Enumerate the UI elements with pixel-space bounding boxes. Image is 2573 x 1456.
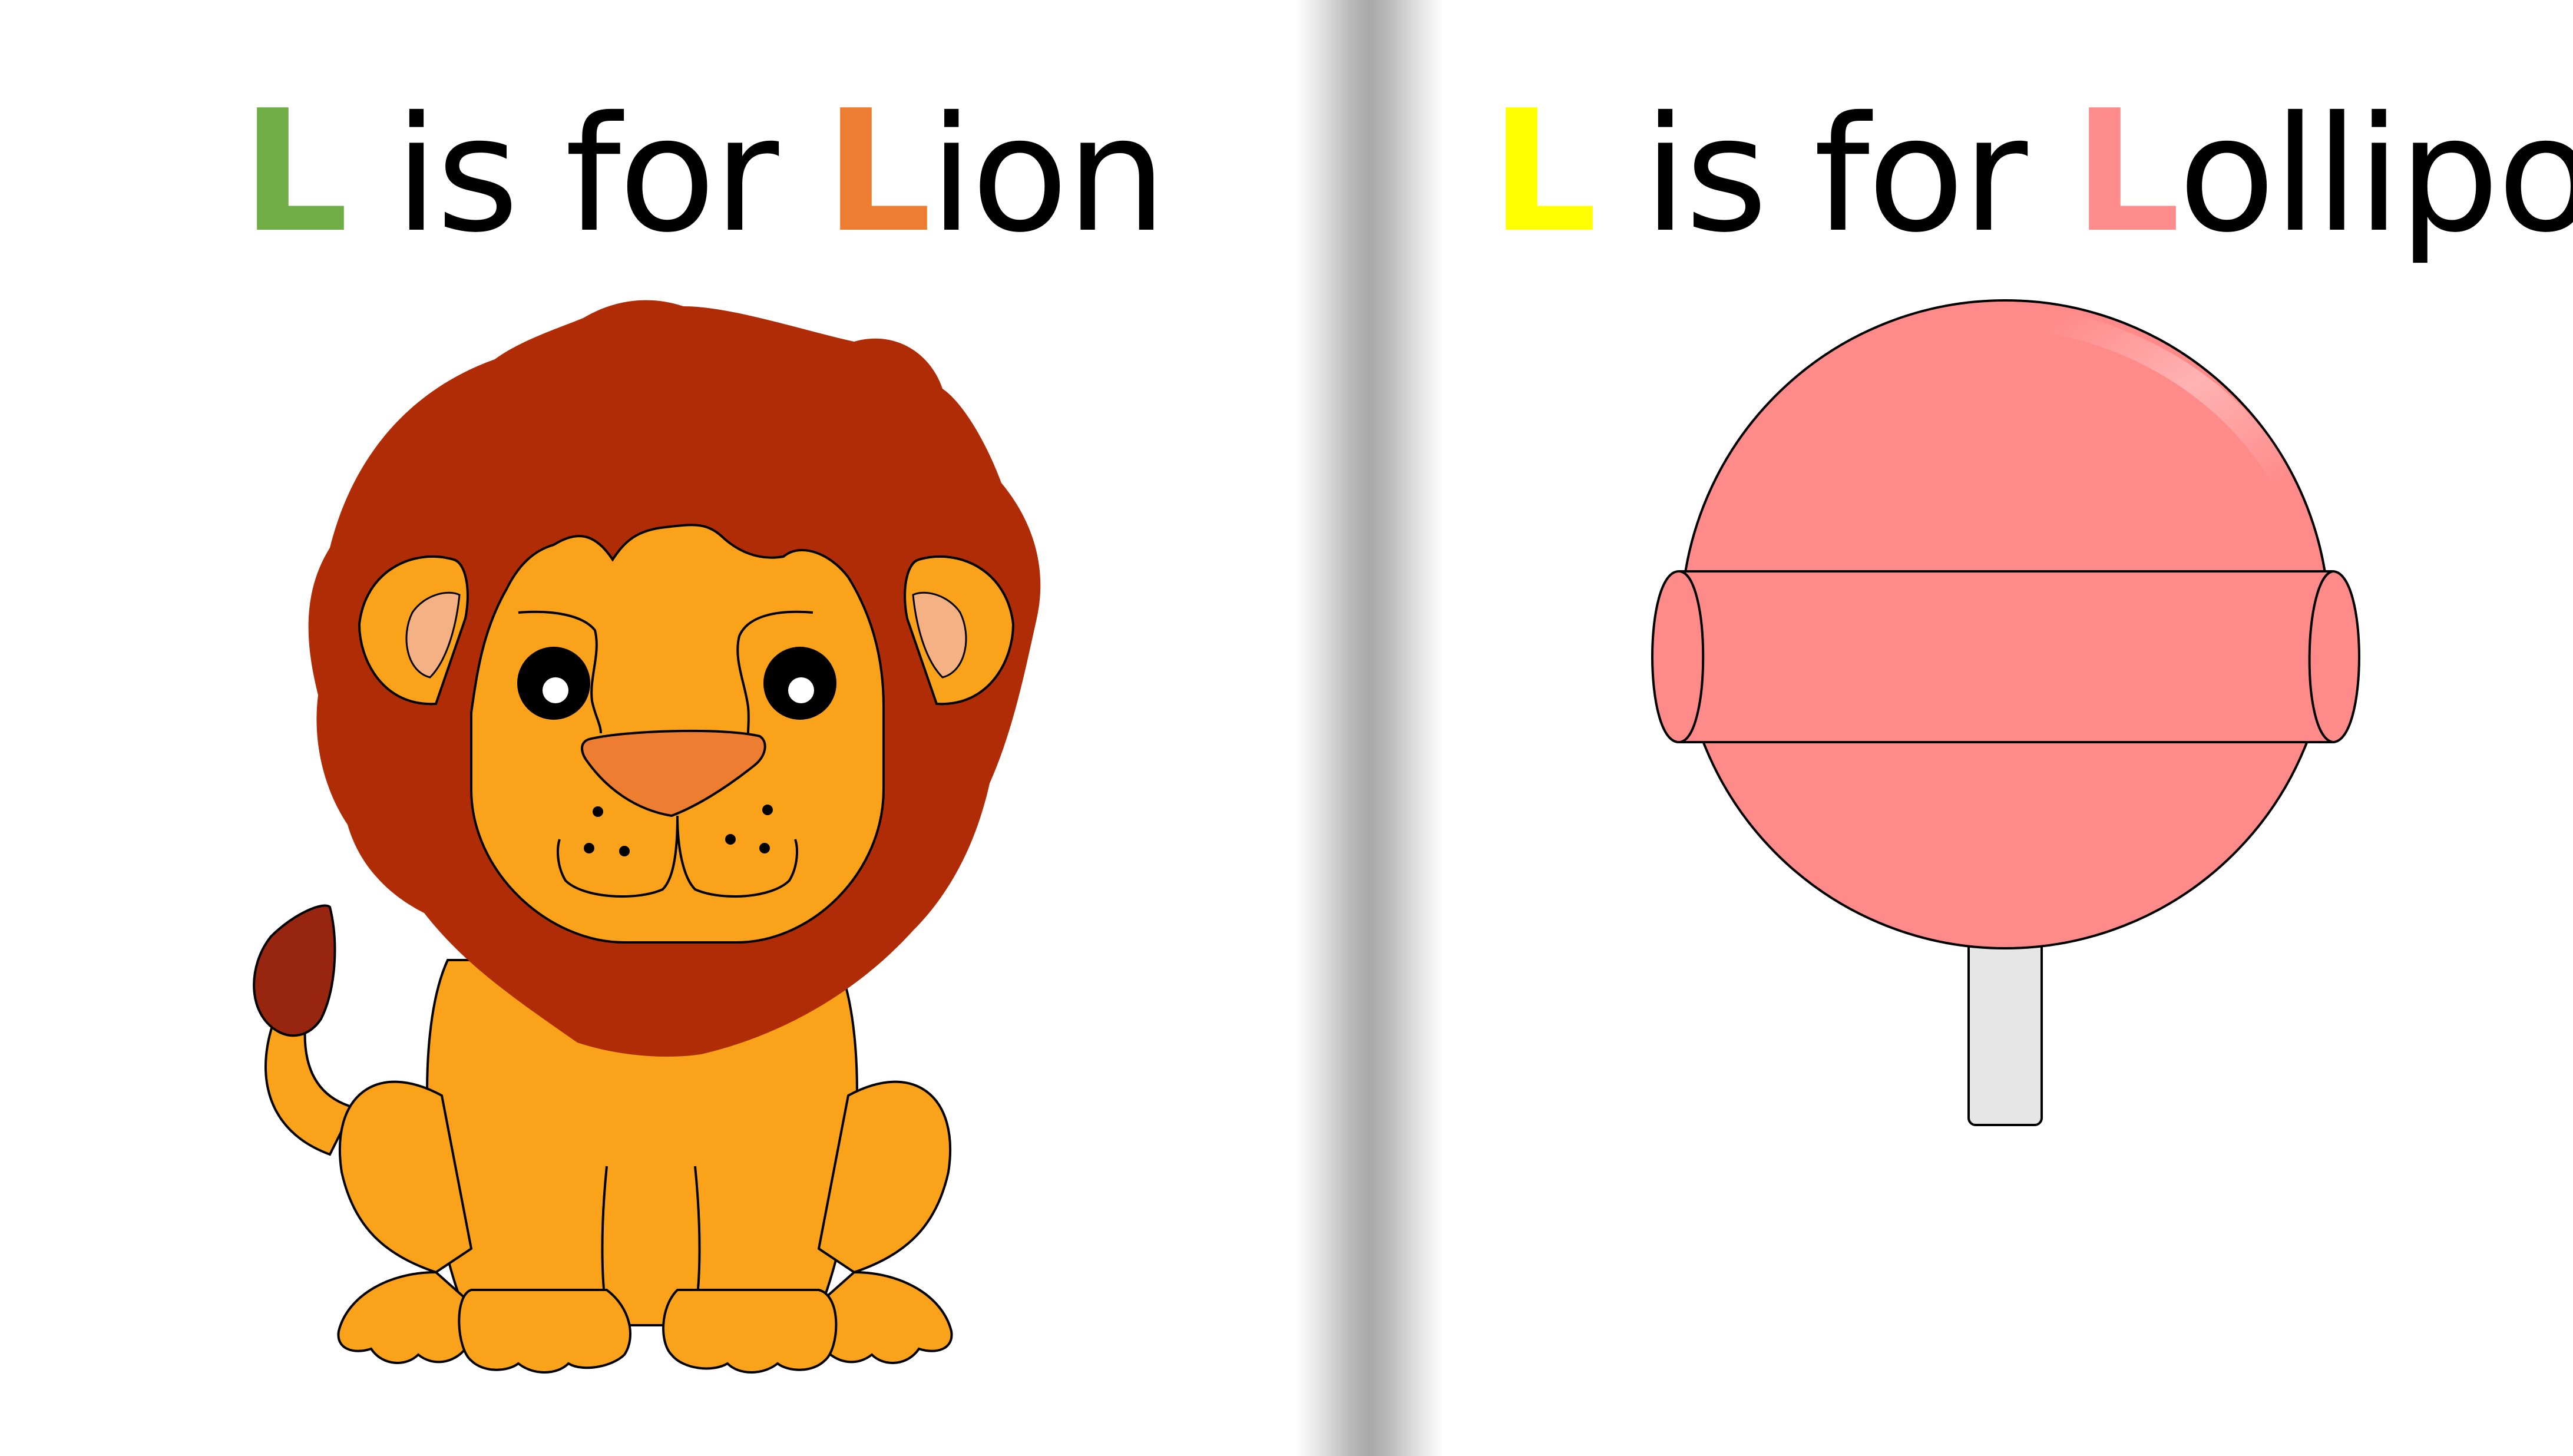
lion-whisker-dot: [593, 806, 603, 817]
title-initial-letter: L: [242, 74, 349, 270]
title-phrase: is for: [346, 82, 825, 267]
lion-right-eye-highlight: [788, 677, 814, 703]
lion-whisker-dot: [619, 846, 630, 856]
lollipop-title: L is for Lollipop: [1490, 88, 2573, 256]
title-initial-letter: L: [1490, 74, 1598, 270]
left-page: L is for Lion: [0, 0, 1296, 1456]
lollipop-icon: [1651, 299, 2360, 1126]
word-initial-letter: L: [2073, 74, 2181, 270]
lion-front-paw: [458, 1289, 631, 1374]
lion-icon: [253, 300, 1041, 1374]
word-remainder: ollipop: [2178, 82, 2573, 267]
book-gutter: [1296, 0, 1443, 1456]
lollipop-band: [1651, 570, 2360, 743]
title-phrase: is for: [1595, 82, 2074, 267]
lion-tail-tuft: [253, 904, 336, 1037]
lion-left-eye-highlight: [543, 677, 568, 703]
lion-title: L is for Lion: [242, 88, 1167, 256]
word-remainder: ion: [929, 82, 1167, 267]
lion-whisker-dot: [584, 843, 594, 853]
right-page: L is for Lollipop: [1443, 0, 2573, 1456]
lion-whisker-dot: [762, 805, 773, 815]
lion-front-paw: [662, 1289, 838, 1374]
lion-whisker-dot: [759, 843, 770, 853]
word-initial-letter: L: [825, 74, 932, 270]
lion-whisker-dot: [725, 834, 736, 845]
